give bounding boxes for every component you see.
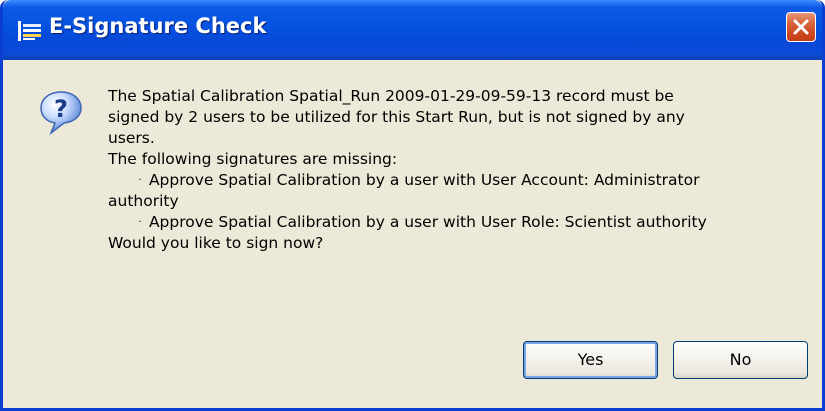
bullet: · xyxy=(138,175,142,186)
yes-button[interactable]: Yes xyxy=(523,341,658,379)
missing-signature-item: · Approve Spatial Calibration by a user … xyxy=(108,212,808,233)
message-line: signed by 2 users to be utilized for thi… xyxy=(108,108,685,126)
message-line: The Spatial Calibration Spatial_Run 2009… xyxy=(108,87,674,105)
question-icon: ? xyxy=(37,88,85,136)
dialog-body: ? The Spatial Calibration Spatial_Run 20… xyxy=(3,60,822,408)
message-line: users. xyxy=(108,129,155,147)
missing-signature-text: Approve Spatial Calibration by a user wi… xyxy=(148,213,707,231)
bullet: · xyxy=(138,217,142,228)
no-button[interactable]: No xyxy=(673,341,808,379)
message-line: The following signatures are missing: xyxy=(108,150,398,168)
window-title: E-Signature Check xyxy=(49,14,267,38)
message-line: authority xyxy=(108,192,179,210)
close-button[interactable] xyxy=(786,12,816,42)
missing-signature-item: · Approve Spatial Calibration by a user … xyxy=(108,170,808,191)
title-bar[interactable]: E-Signature Check xyxy=(3,0,822,60)
e-signature-dialog: E-Signature Check ? The Spatial Calibrat… xyxy=(0,0,825,411)
missing-signature-text: Approve Spatial Calibration by a user wi… xyxy=(148,171,700,189)
message-line: Would you like to sign now? xyxy=(108,234,324,252)
svg-text:?: ? xyxy=(54,95,68,123)
close-icon xyxy=(793,19,809,35)
java-icon xyxy=(17,18,43,44)
dialog-message: The Spatial Calibration Spatial_Run 2009… xyxy=(108,86,808,254)
